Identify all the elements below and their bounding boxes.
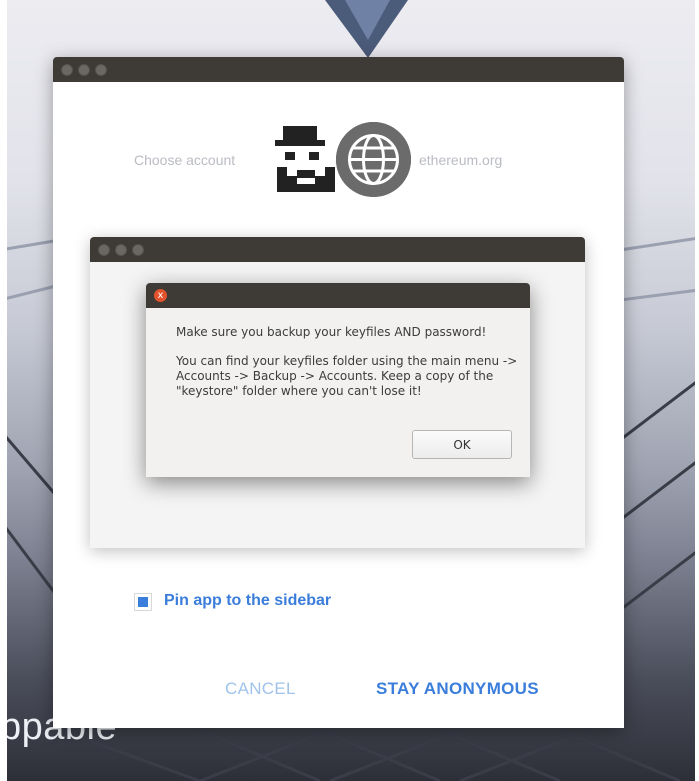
main-titlebar [53,57,624,82]
pin-app-checkbox[interactable] [134,593,152,611]
secondary-maximize-dot-icon[interactable] [132,244,144,256]
dialog-message: Make sure you backup your keyfiles AND p… [176,325,521,413]
globe-icon[interactable] [336,122,411,197]
cancel-button[interactable]: CANCEL [225,679,296,699]
right-edge [695,0,699,781]
window-minimize-dot-icon[interactable] [78,64,90,76]
account-row: Choose account ethereum.org [53,122,624,202]
dialog-message-line2: You can find your keyfiles folder using … [176,354,518,398]
dialog-message-line1: Make sure you backup your keyfiles AND p… [176,325,487,339]
backup-warning-dialog: x Make sure you backup your keyfiles AND… [146,283,530,477]
site-label: ethereum.org [419,152,503,168]
secondary-minimize-dot-icon[interactable] [115,244,127,256]
secondary-close-dot-icon[interactable] [98,244,110,256]
window-maximize-dot-icon[interactable] [95,64,107,76]
window-close-dot-icon[interactable] [61,64,73,76]
left-edge [0,0,7,781]
close-icon[interactable]: x [154,289,167,302]
dialog-titlebar: x [146,283,530,308]
anonymous-avatar-icon[interactable] [269,122,341,197]
pin-app-label[interactable]: Pin app to the sidebar [164,592,331,610]
choose-account-label: Choose account [134,152,236,168]
ok-button[interactable]: OK [412,430,512,459]
stay-anonymous-button[interactable]: STAY ANONYMOUS [376,679,539,699]
secondary-titlebar [90,237,585,262]
